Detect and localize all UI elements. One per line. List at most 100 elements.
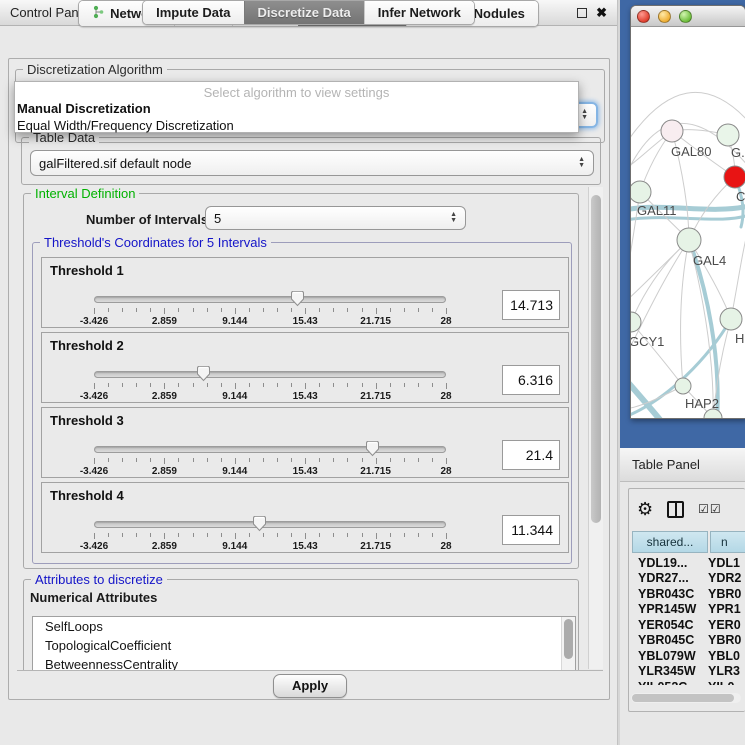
- close-window-icon[interactable]: [637, 10, 650, 23]
- threshold-slider[interactable]: -3.4262.8599.14415.4321.71528: [94, 369, 446, 403]
- threshold-slider[interactable]: -3.4262.8599.14415.4321.71528: [94, 444, 446, 478]
- tab-infer-network[interactable]: Infer Network: [364, 1, 474, 24]
- tick-label: 28: [440, 541, 451, 552]
- tick-mark: [418, 458, 419, 462]
- numerical-attributes-list[interactable]: SelfLoopsTopologicalCoefficientBetweenne…: [32, 616, 576, 671]
- threshold-value-field[interactable]: 21.4: [502, 440, 560, 470]
- network-node-label: GAL4: [693, 253, 726, 268]
- interval-definition-group: Interval Definition Number of Intervals …: [23, 193, 579, 569]
- table-row[interactable]: YBR045CYBR0: [632, 633, 745, 649]
- slider-track[interactable]: [94, 371, 446, 378]
- column-header-name[interactable]: n: [710, 531, 745, 553]
- tick-mark: [291, 308, 292, 312]
- tick-mark: [404, 383, 405, 387]
- tick-mark: [249, 458, 250, 462]
- attributes-group-label: Attributes to discretize: [31, 572, 167, 587]
- network-canvas[interactable]: GAL80G.CGAL11GAL4GCY1HHAP2: [631, 27, 745, 419]
- attribute-item-selfloops[interactable]: SelfLoops: [33, 617, 575, 636]
- slider-track[interactable]: [94, 521, 446, 528]
- slider-track[interactable]: [94, 296, 446, 303]
- tick-mark: [432, 533, 433, 537]
- cell-shared-name: YDL19...: [632, 556, 708, 570]
- tick-mark: [122, 458, 123, 462]
- settings-vertical-scrollbar[interactable]: [588, 187, 603, 669]
- threshold-label: Threshold 2: [50, 338, 124, 353]
- tick-label: 9.144: [222, 316, 247, 327]
- edge: [689, 240, 731, 319]
- cell-name: YIL0: [708, 680, 745, 685]
- table-row[interactable]: YPR145WYPR1: [632, 602, 745, 618]
- tick-mark: [277, 458, 278, 462]
- checkboxes-icon[interactable]: ☑☑: [698, 502, 722, 516]
- tick-mark: [446, 533, 447, 539]
- slider-handle[interactable]: [196, 365, 211, 382]
- network-node-h[interactable]: [720, 308, 742, 330]
- gear-icon[interactable]: ⚙: [637, 500, 653, 518]
- cell-shared-name: YBL079W: [632, 649, 708, 663]
- attribute-item-betweennesscentrality[interactable]: BetweennessCentrality: [33, 655, 575, 671]
- tick-mark: [235, 308, 236, 314]
- table-row[interactable]: YBR043CYBR0: [632, 586, 745, 602]
- tab-impute-data[interactable]: Impute Data: [143, 1, 243, 24]
- table-row[interactable]: YDR27...YDR2: [632, 571, 745, 587]
- control-panel: Control Panel ✖ NetworkStyleSelectCyni T…: [0, 0, 618, 745]
- algorithm-dropdown-popup: Select algorithm to view settings Manual…: [14, 81, 579, 133]
- minimize-window-icon[interactable]: [658, 10, 671, 23]
- network-node-g[interactable]: [717, 124, 739, 146]
- tick-label: 15.43: [293, 316, 318, 327]
- table-row[interactable]: YBL079WYBL0: [632, 648, 745, 664]
- table-row[interactable]: YDL19...YDL1: [632, 555, 745, 571]
- table-horizontal-scrollbar[interactable]: [631, 693, 741, 703]
- network-node-gal11[interactable]: [631, 181, 651, 203]
- tick-mark: [333, 458, 334, 462]
- column-header-shared-name[interactable]: shared...: [632, 531, 708, 553]
- numerical-attributes-label: Numerical Attributes: [30, 590, 157, 605]
- dropdown-option-manual-discretization[interactable]: Manual Discretization: [15, 100, 578, 117]
- num-intervals-combobox[interactable]: 5 ▲▼: [205, 206, 466, 230]
- tick-mark: [404, 533, 405, 537]
- network-node-hap2[interactable]: [675, 378, 691, 394]
- table-data-combobox[interactable]: galFiltered.sif default node ▲▼: [30, 150, 594, 176]
- tab-discretize-data[interactable]: Discretize Data: [244, 1, 364, 24]
- threshold-value-field[interactable]: 6.316: [502, 365, 560, 395]
- tick-mark: [164, 383, 165, 389]
- num-intervals-label: Number of Intervals: [86, 212, 208, 227]
- thresholds-group: Threshold's Coordinates for 5 Intervals …: [32, 242, 572, 564]
- tick-mark: [347, 383, 348, 387]
- split-columns-icon[interactable]: [667, 501, 684, 518]
- network-node-label: GAL80: [671, 144, 711, 159]
- tick-mark: [404, 458, 405, 462]
- tick-mark: [94, 308, 95, 314]
- tick-mark: [221, 308, 222, 312]
- slider-handle[interactable]: [252, 515, 267, 532]
- slider-handle[interactable]: [365, 440, 380, 457]
- tick-mark: [263, 308, 264, 312]
- table-panel-toolbar: ⚙ ☑☑: [629, 495, 745, 523]
- network-node-gal4[interactable]: [677, 228, 701, 252]
- apply-button[interactable]: Apply: [273, 674, 347, 698]
- tick-mark: [164, 458, 165, 464]
- network-node-c[interactable]: [724, 166, 745, 188]
- table-row[interactable]: YIL052CYIL0: [632, 679, 745, 685]
- table-row[interactable]: YER054CYER0: [632, 617, 745, 633]
- network-node-gal80[interactable]: [661, 120, 683, 142]
- threshold-slider[interactable]: -3.4262.8599.14415.4321.71528: [94, 519, 446, 553]
- slider-track[interactable]: [94, 446, 446, 453]
- zoom-window-icon[interactable]: [679, 10, 692, 23]
- tab-label: Infer Network: [378, 5, 461, 20]
- dropdown-option-equal-width-frequency-discretization[interactable]: Equal Width/Frequency Discretization: [15, 117, 578, 134]
- attribute-item-topologicalcoefficient[interactable]: TopologicalCoefficient: [33, 636, 575, 655]
- attributes-scrollbar[interactable]: [561, 617, 575, 671]
- tick-label: 28: [440, 466, 451, 477]
- threshold-value-field[interactable]: 14.713: [502, 290, 560, 320]
- table-row[interactable]: YLR345WYLR3: [632, 664, 745, 680]
- tick-mark: [432, 308, 433, 312]
- table-panel-title: Table Panel: [632, 457, 700, 472]
- slider-handle[interactable]: [290, 290, 305, 307]
- threshold-value-field[interactable]: 11.344: [502, 515, 560, 545]
- tick-mark: [362, 458, 363, 462]
- tick-mark: [221, 533, 222, 537]
- tick-label: 21.715: [360, 391, 391, 402]
- threshold-slider[interactable]: -3.4262.8599.14415.4321.71528: [94, 294, 446, 328]
- network-node-label: H: [735, 331, 744, 346]
